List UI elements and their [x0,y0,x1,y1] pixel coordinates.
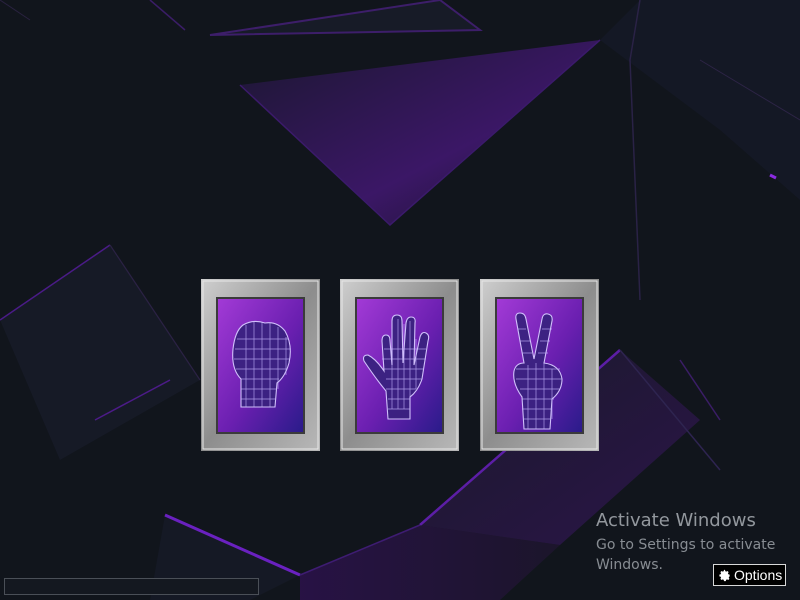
status-bar [4,578,259,595]
card-paper[interactable] [340,279,459,451]
card-rock[interactable] [201,279,320,451]
open-hand-icon [340,279,459,451]
options-button-label: Options [734,567,783,583]
fist-icon [201,279,320,451]
game-screen: Activate Windows Go to Settings to activ… [0,0,800,600]
gear-icon [719,569,730,581]
peace-hand-icon [480,279,599,451]
options-button[interactable]: Options [713,564,786,586]
card-scissors[interactable] [480,279,599,451]
